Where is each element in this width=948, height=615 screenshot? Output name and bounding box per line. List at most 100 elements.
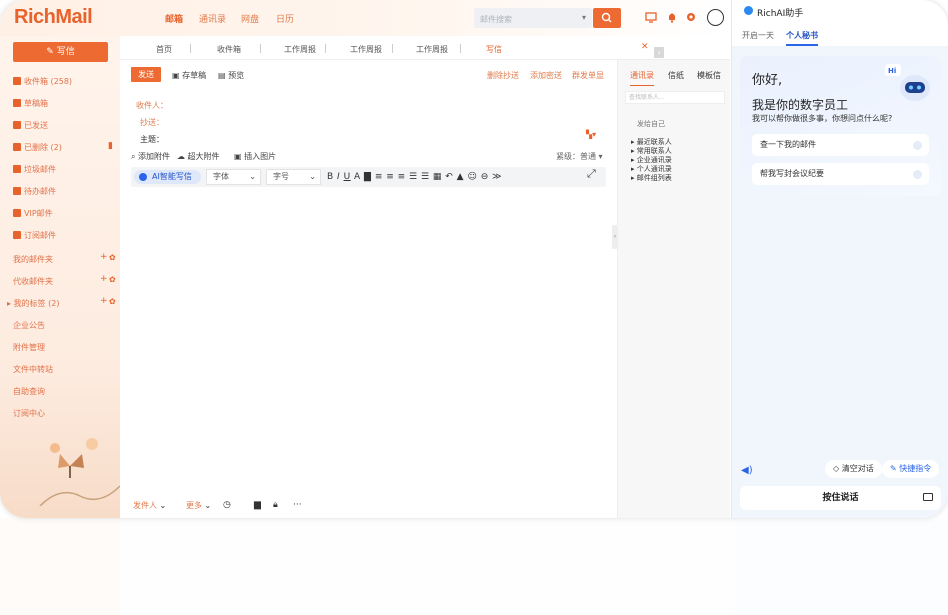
trash-icon[interactable]: ▆ — [254, 500, 261, 510]
keyboard-icon[interactable] — [923, 493, 933, 501]
sidebar-item-drafts[interactable]: 草稿箱 — [13, 98, 48, 109]
sidebar-group-tags[interactable]: ▸ 我的标签 (2) — [7, 298, 59, 309]
save-draft-label: 存草稿 — [182, 71, 207, 80]
chevron-down-icon: ⌄ — [159, 501, 167, 510]
add-attachment-button[interactable]: ⌕ 添加附件 — [131, 151, 170, 162]
contact-group-mail-groups[interactable]: ▸ 邮件组列表 — [631, 173, 672, 183]
contact-group-label: 个人通讯录 — [636, 165, 672, 173]
trash-empty-icon[interactable]: ▮ — [108, 141, 113, 151]
to-field-label: 收件人： — [136, 101, 168, 110]
gear-icon[interactable]: ✿ — [109, 253, 116, 262]
compose-area: 发送 ▣ 存草稿 ▤ 预览 删除抄送 添加密送 群发单显 收件人： 抄送： 主题… — [120, 60, 617, 518]
nav-drive[interactable]: 网盘 — [241, 12, 259, 25]
sidebar-group-proxy-folders[interactable]: 代收邮件夹 — [13, 276, 53, 287]
tab-home[interactable]: 首页 — [156, 44, 172, 55]
tab-contacts[interactable]: 通讯录 — [630, 70, 654, 86]
sidebar-item-todo[interactable]: 待办邮件 — [13, 186, 56, 197]
tab-inbox[interactable]: 收件箱 — [217, 44, 241, 55]
suggestion-meeting-minutes[interactable]: 帮我写封会议纪要 — [752, 163, 929, 185]
gear-icon[interactable] — [685, 11, 697, 23]
top-header: RichMail 邮箱 通讯录 网盘 日历 邮件搜索 ▾ — [0, 0, 730, 36]
robot-mascot-icon: Hi — [885, 64, 930, 101]
save-draft-button[interactable]: ▣ 存草稿 — [172, 70, 206, 81]
arrow-right-icon — [913, 170, 922, 179]
sidebar-item-file-transfer[interactable]: 文件中转站 — [13, 364, 53, 375]
clear-chat-button[interactable]: ◇ 清空对话 — [825, 460, 882, 478]
sender-select[interactable]: 发件人 ⌄ — [133, 500, 166, 511]
tab-weekly-report-2[interactable]: 工作周报 — [350, 44, 382, 55]
sidebar-item-label: 草稿箱 — [24, 99, 48, 108]
search-placeholder: 邮件搜索 — [480, 15, 512, 24]
screen-icon[interactable] — [645, 11, 657, 23]
speaker-icon[interactable]: ◀) — [741, 465, 753, 476]
tab-divider — [190, 44, 191, 53]
format-icons[interactable]: B I U A ▇ ≡ ≡ ≡ ☰ ☰ ▦ ↶ ▲ ☺ ⊖ ≫ — [327, 172, 502, 182]
nav-mail[interactable]: 邮箱 — [165, 12, 183, 25]
gear-icon[interactable]: ✿ — [109, 275, 116, 284]
warning-icon — [13, 187, 21, 195]
separate-send-link[interactable]: 群发单显 — [572, 70, 604, 81]
clock-icon[interactable]: ◷ — [223, 500, 231, 510]
add-icon[interactable]: + — [100, 274, 108, 284]
paperclip-icon: ⌕ — [131, 152, 139, 161]
color-picker-icon[interactable]: ▚▾ — [586, 130, 596, 139]
chevron-down-icon[interactable]: ▾ — [582, 13, 586, 22]
sidebar-item-subscription[interactable]: 订阅邮件 — [13, 230, 56, 241]
tab-start-day[interactable]: 开启一天 — [742, 30, 774, 41]
sidebar-item-label: 我的标签 (2) — [13, 299, 60, 308]
tab-personal-secretary[interactable]: 个人秘书 — [786, 30, 818, 46]
search-button[interactable] — [593, 8, 621, 28]
avatar[interactable] — [707, 9, 724, 26]
sidebar-item-vip[interactable]: VIP邮件 — [13, 208, 53, 219]
add-bcc-link[interactable]: 添加密送 — [530, 70, 562, 81]
magic-wand-icon: ✎ — [890, 464, 900, 473]
add-attachment-label: 添加附件 — [138, 152, 171, 161]
insert-image-button[interactable]: ▣ 插入图片 — [234, 151, 276, 162]
tab-letter-paper[interactable]: 信纸 — [668, 70, 684, 81]
sidebar-item-self-service[interactable]: 自助查询 — [13, 386, 45, 397]
send-button[interactable]: 发送 — [131, 67, 161, 82]
suggestion-label: 帮我写封会议纪要 — [760, 169, 824, 178]
sidebar-group-my-folders[interactable]: 我的邮件夹 — [13, 254, 53, 265]
nav-calendar[interactable]: 日历 — [276, 12, 294, 25]
sidebar-item-attachments[interactable]: 附件管理 — [13, 342, 45, 353]
tab-overflow-icon[interactable]: › — [654, 47, 664, 58]
clear-chat-label: 清空对话 — [841, 464, 874, 473]
tab-compose[interactable]: 写信 — [486, 44, 502, 55]
sidebar-item-spam[interactable]: 垃圾邮件 — [13, 164, 56, 175]
font-size-select[interactable]: 字号 ⌄ — [266, 169, 321, 185]
ai-write-button[interactable]: AI智能写信 — [134, 170, 201, 184]
more-select[interactable]: 更多 ⌄ — [186, 500, 211, 511]
expand-icon[interactable]: ⤢ — [587, 167, 596, 181]
hold-to-talk-button[interactable]: 按住说话 — [740, 486, 941, 510]
tab-weekly-report-3[interactable]: 工作周报 — [416, 44, 448, 55]
suggestion-check-mail[interactable]: 查一下我的邮件 — [752, 134, 929, 156]
sidebar-item-inbox[interactable]: 收件箱 (258) — [13, 76, 72, 87]
quick-command-button[interactable]: ✎ 快捷指令 — [882, 460, 940, 478]
add-icon[interactable]: + — [100, 296, 108, 306]
compose-button[interactable]: ✎ 写信 — [13, 42, 108, 62]
more-icon[interactable]: ··· — [293, 500, 302, 510]
add-icon[interactable]: + — [100, 252, 108, 262]
lock-icon[interactable]: 🔒︎ — [273, 500, 278, 510]
close-icon[interactable]: ✕ — [641, 42, 649, 52]
nav-contacts[interactable]: 通讯录 — [199, 12, 226, 25]
send-to-self-link[interactable]: 发给自己 — [637, 119, 665, 129]
bell-icon[interactable] — [666, 11, 678, 23]
big-attachment-button[interactable]: ☁ 超大附件 — [177, 151, 220, 162]
delete-cc-link[interactable]: 删除抄送 — [487, 70, 519, 81]
font-family-select[interactable]: 字体 ⌄ — [206, 169, 261, 185]
sidebar-item-deleted[interactable]: 已删除 (2) — [13, 142, 62, 153]
sidebar-item-announcements[interactable]: 企业公告 — [13, 320, 45, 331]
mail-search-input[interactable]: 邮件搜索 ▾ — [474, 8, 592, 28]
tab-weekly-report-1[interactable]: 工作周报 — [284, 44, 316, 55]
preview-button[interactable]: ▤ 预览 — [218, 70, 244, 81]
contact-search-input[interactable]: 查找联系人... — [625, 91, 725, 104]
priority-select[interactable]: 紧级：普通 ▾ — [556, 151, 603, 162]
sidebar-item-sent[interactable]: 已发送 — [13, 120, 48, 131]
tab-templates[interactable]: 模板信 — [697, 70, 721, 81]
sidebar-item-label: 待办邮件 — [24, 187, 56, 196]
gear-icon[interactable]: ✿ — [109, 297, 116, 306]
sidebar-item-subscribe-center[interactable]: 订阅中心 — [13, 408, 45, 419]
app-logo: RichMail — [14, 6, 93, 28]
